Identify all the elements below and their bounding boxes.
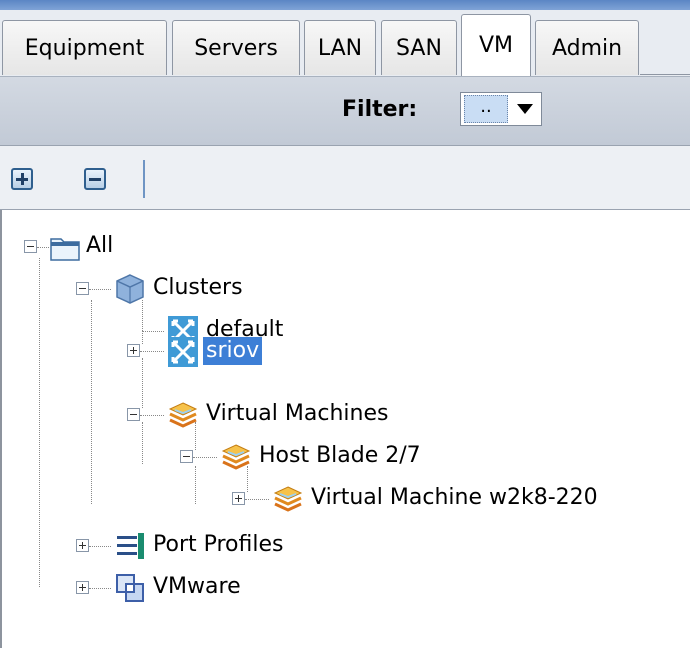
tree-connector	[89, 588, 111, 589]
port-profiles-icon	[117, 533, 144, 559]
tree-node-port-profiles[interactable]: Port Profiles	[150, 531, 286, 559]
tab-equipment[interactable]: Equipment	[2, 20, 167, 75]
tree-connector	[195, 466, 196, 504]
tree-toggle-vm-w2k8[interactable]	[232, 492, 245, 505]
window-top-strip	[0, 0, 690, 10]
filter-bar: Filter: ..	[0, 77, 690, 146]
filter-label: Filter:	[342, 97, 418, 122]
tree-connector	[247, 466, 248, 492]
tab-label: Admin	[551, 35, 623, 61]
tab-bar-baseline	[640, 74, 690, 75]
filter-dropdown[interactable]: ..	[460, 92, 542, 126]
tab-san[interactable]: SAN	[381, 20, 457, 75]
tab-admin[interactable]: Admin	[535, 20, 639, 75]
tree-connector	[142, 331, 143, 344]
tree-connector	[195, 422, 196, 450]
collapse-all-button[interactable]	[84, 168, 106, 190]
toolbar-separator	[143, 160, 145, 198]
network-switch-icon	[168, 337, 198, 367]
tree-node-virtual-machines[interactable]: Virtual Machines	[203, 400, 391, 428]
vmware-icon	[116, 574, 144, 602]
tree-toggle-all[interactable]	[24, 240, 37, 253]
tab-label: Equipment	[24, 35, 145, 61]
tree-connector	[142, 300, 143, 331]
tree-connector	[142, 422, 143, 464]
tree-toggle-port-profiles[interactable]	[76, 539, 89, 552]
tree-connector	[91, 300, 92, 504]
tree-connector	[140, 415, 164, 416]
tab-servers[interactable]: Servers	[172, 20, 300, 75]
tab-lan[interactable]: LAN	[304, 20, 376, 75]
folder-icon	[50, 238, 80, 261]
tree-toggle-virtual-machines[interactable]	[127, 408, 140, 421]
tree-node-vm-w2k8[interactable]: Virtual Machine w2k8-220	[308, 484, 601, 512]
tree-connector	[89, 546, 111, 547]
tree-node-all[interactable]: All	[83, 232, 116, 260]
tab-label: SAN	[396, 35, 442, 61]
tab-label: LAN	[317, 35, 363, 61]
tree-node-clusters[interactable]: Clusters	[150, 274, 246, 302]
tab-bar: Equipment Servers LAN SAN VM Admin	[0, 10, 690, 77]
tree-connector	[142, 331, 164, 332]
tree-connector	[193, 457, 217, 458]
minus-box-icon	[89, 177, 101, 181]
tree-connector	[89, 289, 111, 290]
tree-connector	[37, 247, 49, 248]
filter-value: ..	[464, 95, 508, 123]
tab-label: Servers	[194, 35, 278, 61]
tree-node-host-blade[interactable]: Host Blade 2/7	[256, 442, 424, 470]
tree-toggle-vmware[interactable]	[76, 581, 89, 594]
tree-toggle-host-blade[interactable]	[180, 450, 193, 463]
expand-all-button[interactable]	[11, 168, 33, 190]
tab-vm[interactable]: VM	[461, 14, 531, 76]
chevron-down-icon[interactable]	[517, 104, 533, 114]
tree-connector	[142, 358, 143, 408]
tree-connector	[140, 351, 164, 352]
tree-toggle-clusters[interactable]	[76, 282, 89, 295]
tree-toggle-sriov[interactable]	[127, 344, 140, 357]
tree-connector	[245, 499, 269, 500]
tree-connector	[39, 258, 40, 587]
navigation-tree: All Clusters default sriov Virtual Machi…	[0, 210, 690, 648]
tree-toolbar	[0, 146, 690, 210]
tree-node-sriov[interactable]: sriov	[203, 337, 263, 365]
tree-node-vmware[interactable]: VMware	[150, 573, 244, 601]
virtual-machine-icon	[273, 486, 303, 512]
tab-label: VM	[478, 33, 514, 58]
